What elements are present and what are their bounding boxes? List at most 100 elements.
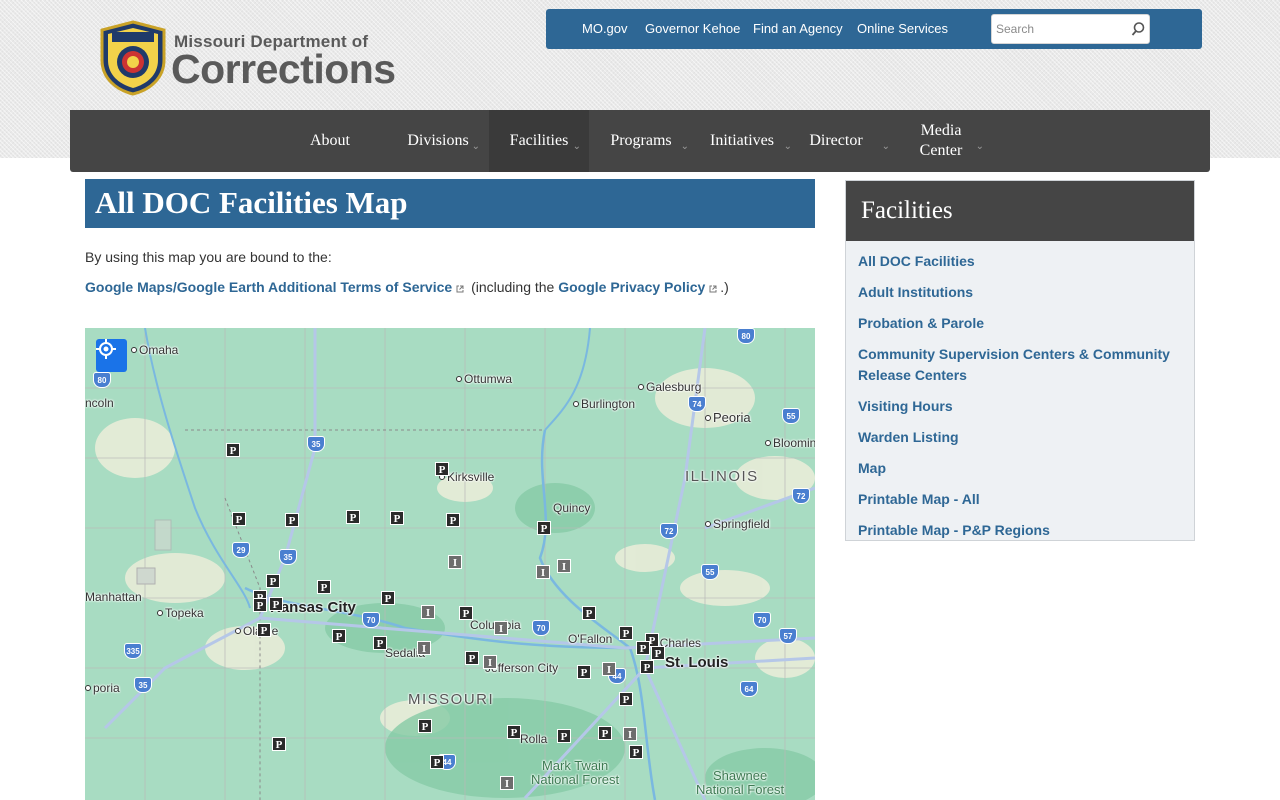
map-label-galesburg: Galesburg <box>638 380 701 394</box>
facility-marker-parole[interactable]: P <box>446 513 460 527</box>
nav-director[interactable]: Director ⌄ <box>786 110 890 172</box>
forest-name: Mark Twain <box>541 758 609 773</box>
facility-marker-institution[interactable]: I <box>500 776 514 790</box>
nav-label: Facilities <box>509 132 569 149</box>
interstate-shield: 35 <box>279 549 297 565</box>
facility-marker-parole[interactable]: P <box>651 646 665 660</box>
facility-marker-parole[interactable]: P <box>582 606 596 620</box>
list-item: Map <box>858 458 1182 479</box>
facility-marker-parole[interactable]: P <box>537 521 551 535</box>
facility-marker-parole[interactable]: P <box>317 580 331 594</box>
nav-initiatives[interactable]: Initiatives ⌄ <box>692 110 792 172</box>
facility-marker-parole[interactable]: P <box>619 692 633 706</box>
search-input[interactable] <box>996 19 1121 39</box>
nav-label: Media Center <box>919 122 963 159</box>
facility-marker-parole[interactable]: P <box>226 443 240 457</box>
sidebar-title: Facilities <box>846 181 1194 241</box>
interstate-shield: 70 <box>753 612 771 628</box>
nav-divisions[interactable]: Divisions ⌄ <box>388 110 488 172</box>
map-label-emporia: poria <box>85 681 120 695</box>
facility-marker-parole[interactable]: P <box>577 665 591 679</box>
sidebar-link-warden-listing[interactable]: Warden Listing <box>858 429 959 445</box>
facility-marker-parole[interactable]: P <box>257 623 271 637</box>
facility-marker-parole[interactable]: P <box>636 641 650 655</box>
utility-link-governor[interactable]: Governor Kehoe <box>645 21 740 36</box>
utility-link-find-agency[interactable]: Find an Agency <box>753 21 843 36</box>
facility-marker-parole[interactable]: P <box>598 726 612 740</box>
list-item: Probation & Parole <box>858 313 1182 334</box>
facility-marker-parole[interactable]: P <box>373 636 387 650</box>
facility-marker-parole[interactable]: P <box>557 729 571 743</box>
search-icon[interactable] <box>1130 21 1146 37</box>
chevron-down-icon: ⌄ <box>881 141 890 152</box>
nav-label: Divisions <box>407 132 469 149</box>
interstate-shield: 72 <box>660 523 678 539</box>
sidebar-link-visiting-hours[interactable]: Visiting Hours <box>858 398 953 414</box>
facility-marker-parole[interactable]: P <box>266 574 280 588</box>
facility-marker-institution[interactable]: I <box>417 641 431 655</box>
facility-marker-parole[interactable]: P <box>253 598 267 612</box>
list-item: Visiting Hours <box>858 396 1182 417</box>
sidebar-link-adult-institutions[interactable]: Adult Institutions <box>858 284 973 300</box>
facility-marker-institution[interactable]: I <box>494 621 508 635</box>
facility-marker-parole[interactable]: P <box>269 597 283 611</box>
nav-media-center[interactable]: Media Center ⌄ <box>900 110 984 172</box>
facility-marker-institution[interactable]: I <box>602 662 616 676</box>
facility-marker-parole[interactable]: P <box>285 513 299 527</box>
facility-marker-institution[interactable]: I <box>623 727 637 741</box>
facility-marker-parole[interactable]: P <box>232 512 246 526</box>
main-navigation: About Divisions ⌄ Facilities ⌄ Programs … <box>70 110 1210 172</box>
facility-marker-parole[interactable]: P <box>459 606 473 620</box>
facility-marker-parole[interactable]: P <box>435 462 449 476</box>
utility-link-mo-gov[interactable]: MO.gov <box>582 21 628 36</box>
facility-marker-parole[interactable]: P <box>619 626 633 640</box>
facilities-map[interactable]: Omaha ncoln Ottumwa Galesburg Burlington… <box>85 328 815 800</box>
list-item: Printable Map - P&P Regions <box>858 520 1182 541</box>
facility-marker-parole[interactable]: P <box>465 651 479 665</box>
utility-link-online-services[interactable]: Online Services <box>857 21 948 36</box>
my-location-button[interactable] <box>96 339 127 372</box>
facility-marker-parole[interactable]: P <box>418 719 432 733</box>
facilities-sidebar: Facilities All DOC Facilities Adult Inst… <box>845 180 1195 541</box>
facility-marker-parole[interactable]: P <box>640 660 654 674</box>
chevron-down-icon: ⌄ <box>975 141 984 152</box>
sidebar-link-printable-map-regions[interactable]: Printable Map - P&P Regions <box>858 522 1050 538</box>
facility-marker-parole[interactable]: P <box>430 755 444 769</box>
terms-line: Google Maps/Google Earth Additional Term… <box>85 279 729 295</box>
sidebar-link-printable-map-all[interactable]: Printable Map - All <box>858 491 980 507</box>
sidebar-links: All DOC Facilities Adult Institutions Pr… <box>846 241 1194 541</box>
facility-marker-parole[interactable]: P <box>390 511 404 525</box>
site-logo[interactable]: Missouri Department of Corrections <box>98 20 418 96</box>
facility-marker-institution[interactable]: I <box>421 605 435 619</box>
terms-mid-text: (including the <box>471 279 555 295</box>
facility-marker-parole[interactable]: P <box>381 591 395 605</box>
facility-marker-institution[interactable]: I <box>557 559 571 573</box>
sidebar-link-all-facilities[interactable]: All DOC Facilities <box>858 253 975 269</box>
nav-programs[interactable]: Programs ⌄ <box>591 110 691 172</box>
privacy-policy-link[interactable]: Google Privacy Policy <box>558 279 705 295</box>
terms-end-text: .) <box>720 279 729 295</box>
interstate-shield: 80 <box>737 328 755 344</box>
facility-marker-parole[interactable]: P <box>346 510 360 524</box>
terms-of-service-link[interactable]: Google Maps/Google Earth Additional Term… <box>85 279 452 295</box>
facility-marker-parole[interactable]: P <box>332 629 346 643</box>
nav-facilities[interactable]: Facilities ⌄ <box>489 110 589 172</box>
facility-marker-parole[interactable]: P <box>272 737 286 751</box>
nav-label: Initiatives <box>710 132 774 149</box>
sidebar-link-community-centers[interactable]: Community Supervision Centers & Communit… <box>858 346 1170 383</box>
chevron-down-icon: ⌄ <box>572 141 581 152</box>
facility-marker-institution[interactable]: I <box>483 655 497 669</box>
map-label-peoria: Peoria <box>705 410 751 425</box>
facility-marker-institution[interactable]: I <box>536 565 550 579</box>
facility-marker-institution[interactable]: I <box>448 555 462 569</box>
nav-label: About <box>310 132 350 149</box>
facility-marker-parole[interactable]: P <box>507 725 521 739</box>
list-item: Warden Listing <box>858 427 1182 448</box>
map-label-shawnee-forest: Shawnee National Forest <box>696 769 784 797</box>
nav-about[interactable]: About <box>280 110 380 172</box>
interstate-shield: 72 <box>792 488 810 504</box>
sidebar-link-map[interactable]: Map <box>858 460 886 476</box>
facility-marker-parole[interactable]: P <box>629 745 643 759</box>
page-title: All DOC Facilities Map <box>85 179 815 228</box>
sidebar-link-probation-parole[interactable]: Probation & Parole <box>858 315 984 331</box>
